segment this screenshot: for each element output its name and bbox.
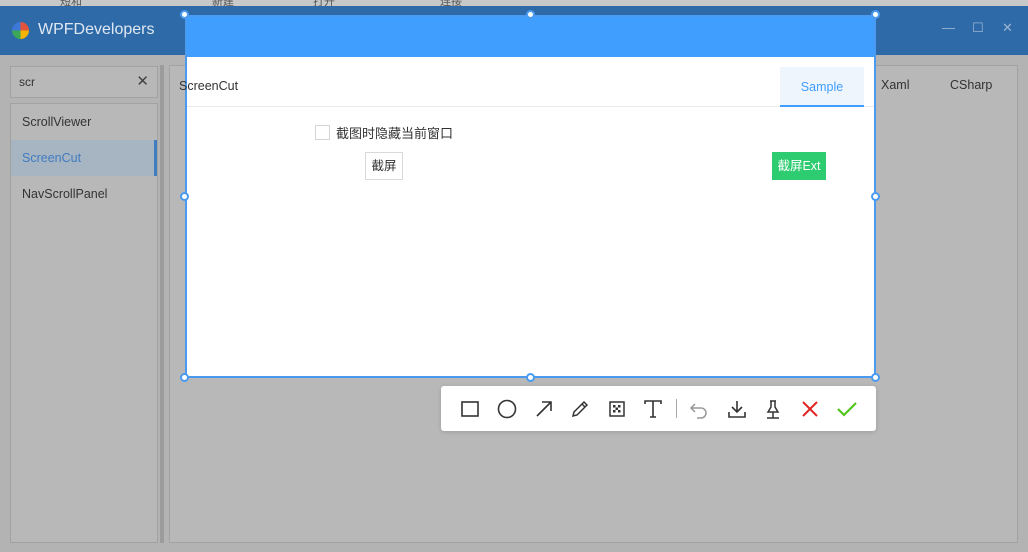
tab-csharp[interactable]: CSharp xyxy=(950,78,992,92)
arrow-icon[interactable] xyxy=(532,397,556,421)
text-icon[interactable] xyxy=(641,397,665,421)
toolbar-separator xyxy=(676,399,677,418)
sample-header-title: ScreenCut xyxy=(179,79,239,93)
resize-handle-top-left[interactable] xyxy=(180,10,189,19)
resize-handle-top-right[interactable] xyxy=(871,10,880,19)
tab-xaml[interactable]: Xaml xyxy=(881,78,909,92)
pen-icon[interactable] xyxy=(568,397,592,421)
screen-cut-ext-button[interactable]: 截屏Ext xyxy=(772,152,826,180)
selection-banner xyxy=(187,17,874,57)
resize-handle-right[interactable] xyxy=(871,192,880,201)
ellipse-icon[interactable] xyxy=(495,397,519,421)
hide-window-option[interactable]: 截图时隐藏当前窗口 xyxy=(315,123,453,142)
save-icon[interactable] xyxy=(725,397,749,421)
capture-toolbar xyxy=(441,386,876,431)
close-window-button[interactable]: ✕ xyxy=(1002,20,1013,36)
search-clear-icon[interactable]: ✕ xyxy=(136,72,149,90)
hide-window-label: 截图时隐藏当前窗口 xyxy=(336,126,454,141)
maximize-button[interactable]: ☐ xyxy=(972,20,984,36)
cancel-icon[interactable] xyxy=(798,397,822,421)
app-logo-icon xyxy=(12,22,29,39)
sample-header: ScreenCut Sample xyxy=(179,67,874,107)
screen-cut-button[interactable]: 截屏 xyxy=(365,152,403,180)
minimize-button[interactable]: — xyxy=(942,20,955,35)
window-title: WPFDevelopers xyxy=(38,21,155,38)
rectangle-icon[interactable] xyxy=(458,397,482,421)
nav-item-screencut[interactable]: ScreenCut xyxy=(11,140,157,176)
confirm-icon[interactable] xyxy=(835,397,859,421)
resize-handle-bottom[interactable] xyxy=(526,373,535,382)
nav-item-scrollviewer[interactable]: ScrollViewer xyxy=(11,104,157,140)
panel-splitter[interactable] xyxy=(160,65,164,543)
hide-window-checkbox[interactable] xyxy=(315,125,330,140)
search-input[interactable] xyxy=(19,75,129,89)
nav-item-navscrollpanel[interactable]: NavScrollPanel xyxy=(11,176,157,212)
resize-handle-bottom-right[interactable] xyxy=(871,373,880,382)
resize-handle-bottom-left[interactable] xyxy=(180,373,189,382)
mosaic-icon[interactable] xyxy=(605,397,629,421)
resize-handle-top[interactable] xyxy=(526,10,535,19)
search-box: ✕ xyxy=(10,66,158,98)
undo-icon[interactable] xyxy=(687,397,711,421)
capture-selection[interactable]: ScreenCut Sample 截图时隐藏当前窗口 截屏 截屏Ext xyxy=(179,15,876,378)
tab-sample[interactable]: Sample xyxy=(780,67,864,107)
pin-icon[interactable] xyxy=(761,397,785,421)
resize-handle-left[interactable] xyxy=(180,192,189,201)
nav-list: ScrollViewer ScreenCut NavScrollPanel xyxy=(10,103,158,543)
